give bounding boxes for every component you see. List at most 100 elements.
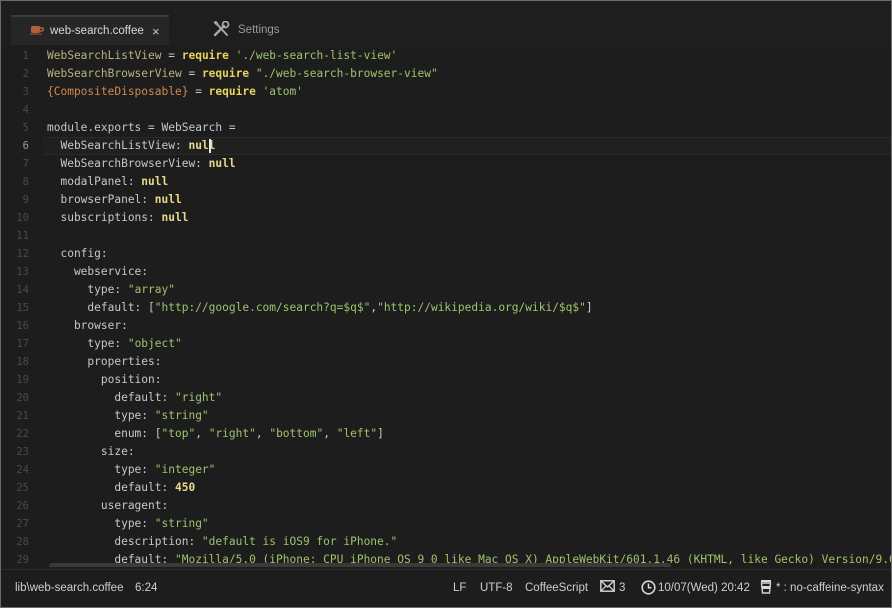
- code-token: useragent:: [47, 499, 169, 512]
- line-number[interactable]: 17: [1, 335, 29, 353]
- code-line[interactable]: type: "string": [47, 515, 209, 533]
- code-token: './web-search-list-view': [228, 49, 398, 62]
- line-number[interactable]: 23: [1, 443, 29, 461]
- code-token: "http://google.com/search?q=$q$": [154, 301, 371, 314]
- line-number[interactable]: 13: [1, 263, 29, 281]
- code-line[interactable]: {CompositeDisposable} = require 'atom': [47, 83, 303, 101]
- code-token: "integer": [154, 463, 216, 476]
- code-token: "object": [127, 337, 182, 350]
- line-number[interactable]: 29: [1, 551, 29, 567]
- code-line[interactable]: size:: [47, 443, 135, 461]
- line-number[interactable]: 18: [1, 353, 29, 371]
- code-line[interactable]: enum: ["top", "right", "bottom", "left"]: [47, 425, 384, 443]
- code-token: subscriptions:: [47, 211, 162, 224]
- code-token: "right": [174, 391, 223, 404]
- line-number[interactable]: 4: [1, 101, 29, 119]
- line-number[interactable]: 26: [1, 497, 29, 515]
- cursor-position[interactable]: 6:24: [135, 582, 157, 594]
- code-line[interactable]: type: "string": [47, 407, 209, 425]
- line-number[interactable]: 27: [1, 515, 29, 533]
- code-line[interactable]: WebSearchListView: null: [47, 137, 215, 155]
- code-token: null: [154, 193, 182, 206]
- code-line[interactable]: type: "integer": [47, 461, 215, 479]
- line-number[interactable]: 16: [1, 317, 29, 335]
- code-line[interactable]: WebSearchListView = require './web-searc…: [47, 47, 397, 65]
- code-line[interactable]: type: "array": [47, 281, 175, 299]
- line-number[interactable]: 22: [1, 425, 29, 443]
- code-token: "string": [154, 409, 209, 422]
- code-line[interactable]: subscriptions: null: [47, 209, 188, 227]
- line-number[interactable]: 21: [1, 407, 29, 425]
- tools-icon: [213, 20, 230, 40]
- encoding[interactable]: UTF-8: [480, 582, 513, 594]
- mail-count: 3: [619, 582, 626, 594]
- code-token: "right": [208, 427, 256, 440]
- code-line[interactable]: properties:: [47, 353, 161, 371]
- code-token: WebSearch =: [161, 121, 236, 134]
- code-line[interactable]: browserPanel: null: [47, 191, 182, 209]
- code-editor[interactable]: 1 2 3 4 5 6 7 8 9 10 11 12 13 14 15 16 17 18 19 20 21 22 23 24 2…: [1, 45, 891, 567]
- code-token: "http://wikipedia.org/wiki/$q$": [377, 301, 586, 314]
- mail-icon[interactable]: [600, 580, 615, 595]
- line-ending[interactable]: LF: [453, 582, 466, 594]
- line-number[interactable]: 3: [1, 83, 29, 101]
- code-line[interactable]: modalPanel: null: [47, 173, 168, 191]
- code-token: =: [161, 49, 182, 62]
- code-line[interactable]: type: "object": [47, 335, 182, 353]
- code-area[interactable]: WebSearchListView = require './web-searc…: [47, 45, 891, 567]
- line-number[interactable]: 9: [1, 191, 29, 209]
- file-path[interactable]: lib\web-search.coffee: [15, 582, 123, 594]
- code-line[interactable]: WebSearchBrowserView: null: [47, 155, 235, 173]
- line-number[interactable]: 24: [1, 461, 29, 479]
- grammar[interactable]: CoffeeScript: [525, 582, 588, 594]
- line-number[interactable]: 1: [1, 47, 29, 65]
- line-number[interactable]: 19: [1, 371, 29, 389]
- code-line[interactable]: default: 450: [47, 479, 195, 497]
- line-number[interactable]: 12: [1, 245, 29, 263]
- line-number[interactable]: 25: [1, 479, 29, 497]
- code-token: module.exports =: [47, 121, 162, 134]
- code-token: browserPanel:: [47, 193, 155, 206]
- code-token: ,: [195, 427, 209, 440]
- text-cursor: [209, 139, 211, 153]
- tab-settings[interactable]: Settings: [213, 15, 333, 45]
- code-line[interactable]: module.exports = WebSearch =: [47, 119, 236, 137]
- code-token: enum: [: [47, 427, 162, 440]
- syntax-theme[interactable]: * : no-caffeine-syntax: [776, 582, 884, 594]
- code-token: "array": [127, 283, 175, 296]
- code-token: "string": [154, 517, 209, 530]
- close-icon[interactable]: ×: [152, 24, 160, 39]
- code-line[interactable]: browser:: [47, 317, 128, 335]
- tab-web-search-coffee[interactable]: web-search.coffee ×: [11, 15, 169, 45]
- line-number[interactable]: 6: [1, 137, 29, 155]
- code-line[interactable]: WebSearchBrowserView = require "./web-se…: [47, 65, 438, 83]
- code-token: ]: [585, 301, 593, 314]
- line-number[interactable]: 2: [1, 65, 29, 83]
- code-line[interactable]: position:: [47, 371, 162, 389]
- coffee-cup-icon: [759, 579, 773, 597]
- code-line[interactable]: default: "right": [47, 389, 222, 407]
- code-token: type:: [47, 463, 155, 476]
- line-number[interactable]: 8: [1, 173, 29, 191]
- line-number[interactable]: 15: [1, 299, 29, 317]
- line-number[interactable]: 11: [1, 227, 29, 245]
- code-token: WebSearchBrowserView: [47, 67, 182, 80]
- line-number[interactable]: 20: [1, 389, 29, 407]
- code-line[interactable]: useragent:: [47, 497, 168, 515]
- code-token: ,: [323, 427, 337, 440]
- line-number[interactable]: 28: [1, 533, 29, 551]
- code-line[interactable]: webservice:: [47, 263, 148, 281]
- code-token: description:: [47, 535, 202, 548]
- code-line[interactable]: default: ["http://google.com/search?q=$q…: [47, 299, 593, 317]
- code-token: type:: [47, 409, 155, 422]
- line-number[interactable]: 7: [1, 155, 29, 173]
- line-number[interactable]: 5: [1, 119, 29, 137]
- horizontal-scrollbar[interactable]: [49, 563, 671, 567]
- code-line[interactable]: description: "default is iOS9 for iPhone…: [47, 533, 397, 551]
- line-number-gutter[interactable]: 1 2 3 4 5 6 7 8 9 10 11 12 13 14 15 16 17 18 19 20 21 22 23 24 2…: [1, 45, 43, 567]
- line-number[interactable]: 10: [1, 209, 29, 227]
- code-token: WebSearchBrowserView:: [47, 157, 209, 170]
- code-line[interactable]: config:: [47, 245, 107, 263]
- line-number[interactable]: 14: [1, 281, 29, 299]
- code-token: modalPanel:: [47, 175, 142, 188]
